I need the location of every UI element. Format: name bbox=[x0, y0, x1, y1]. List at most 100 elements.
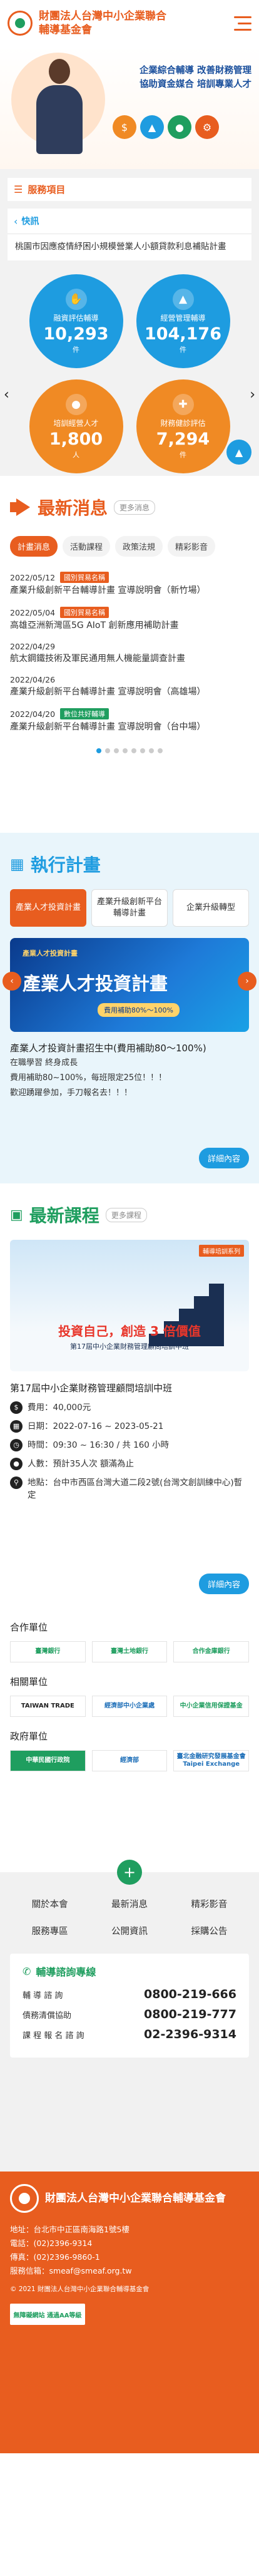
plan-banner[interactable]: 產業人才投資計畫 產業人才投資計畫 費用補助80%～100% bbox=[10, 938, 249, 1032]
news-tag: 數位共好輔導 bbox=[60, 708, 109, 719]
footer-link-services[interactable]: 服務專區 bbox=[10, 1924, 89, 1937]
stat-value: 1,800 bbox=[49, 429, 103, 449]
list-item[interactable]: 2022/05/12 國別貿易名稱 產業升級創新平台輔導計畫 宣導說明會（新竹場… bbox=[10, 568, 249, 603]
footer-link-grid: 關於本會 最新消息 精彩影音 服務專區 公開資訊 採購公告 bbox=[10, 1897, 249, 1937]
tab-events[interactable]: 活動課程 bbox=[63, 536, 111, 557]
chevron-left-icon[interactable]: ‹ bbox=[14, 215, 18, 227]
tab-innovation-platform[interactable]: 產業升級創新平台輔導計畫 bbox=[91, 889, 168, 927]
chevron-left-icon[interactable]: ‹ bbox=[4, 387, 9, 403]
news-title: 最新消息 bbox=[38, 498, 108, 518]
hamburger-menu-button[interactable] bbox=[226, 11, 251, 36]
hotline-number[interactable]: 0800-219-777 bbox=[144, 2007, 236, 2021]
prev-slide-button[interactable]: ‹ bbox=[3, 972, 21, 991]
page-dot[interactable] bbox=[140, 748, 145, 753]
footer-address: 地址：台北市中正區南海路1號5樓 bbox=[10, 2225, 130, 2234]
partner-logo[interactable]: 經濟部中小企業處 bbox=[91, 1696, 168, 1717]
partner-logo[interactable]: 臺北金融研究發展基金會 Taipei Exchange bbox=[173, 1750, 250, 1771]
stat-unit: 件 bbox=[180, 345, 186, 354]
news-section: 最新消息 更多消息 計畫消息 活動課程 政策法規 精彩影音 2022/05/12… bbox=[0, 476, 259, 833]
page-dot[interactable] bbox=[131, 748, 136, 753]
page-dot[interactable] bbox=[158, 748, 163, 753]
hero-line-2: 協助資金媒合 培訓專業人才 bbox=[139, 80, 251, 90]
tab-regulations[interactable]: 政策法規 bbox=[115, 536, 163, 557]
list-item[interactable]: 2022/04/29 航太鋼鐵技術及軍民通用無人機能量調查計畫 bbox=[10, 638, 249, 671]
hero-banner: 企業綜合輔導 改善財務管理 協助資金媒合 培訓專業人才 $ ▲ ● ⚙ bbox=[0, 46, 259, 169]
people-icon: ● bbox=[168, 115, 191, 139]
list-item[interactable]: 2022/05/04 國別貿易名稱 高雄亞洲新灣區5G AIoT 創新應用補助計… bbox=[10, 603, 249, 638]
course-people-text: 人數：預計35人次 額滿為止 bbox=[28, 1459, 134, 1469]
partner-logo[interactable]: 中華民國行政院 bbox=[10, 1750, 86, 1771]
footer-link-public-info[interactable]: 公開資訊 bbox=[89, 1924, 169, 1937]
gear-icon: ⚙ bbox=[195, 115, 219, 139]
expand-plus-button[interactable]: + bbox=[117, 1860, 142, 1885]
tab-talent-investment[interactable]: 產業人才投資計畫 bbox=[10, 889, 86, 927]
stat-label: 財務健診評估 bbox=[160, 418, 206, 428]
course-title[interactable]: 第17屆中小企業財務管理顧問培訓中班 bbox=[10, 1381, 249, 1395]
page-dot[interactable] bbox=[96, 748, 101, 753]
phone-icon: ✆ bbox=[23, 1965, 31, 1977]
courses-section: ▣ 最新課程 更多課程 輔導培訓系列 投資自己，創造 3 倍價值 第17屆中小企… bbox=[0, 1183, 259, 1609]
partner-logo[interactable]: 合作金庫銀行 bbox=[173, 1641, 250, 1662]
hotline-row: 課 程 報 名 諮 詢 02-2396-9314 bbox=[23, 2027, 236, 2041]
partner-logo[interactable]: 經濟部 bbox=[91, 1750, 168, 1771]
news-header: 最新消息 更多消息 bbox=[10, 495, 249, 520]
chevron-right-icon[interactable]: › bbox=[250, 387, 255, 403]
page-dot[interactable] bbox=[105, 748, 110, 753]
hotline-label: 債務清償協助 bbox=[23, 2011, 72, 2021]
page-dot[interactable] bbox=[114, 748, 119, 753]
footer-link-videos[interactable]: 精彩影音 bbox=[170, 1897, 249, 1910]
org-name[interactable]: 財團法人台灣中小企業聯合輔導基金會 bbox=[39, 9, 170, 37]
logo-icon[interactable] bbox=[8, 11, 33, 36]
footer-link-about[interactable]: 關於本會 bbox=[10, 1897, 89, 1910]
course-detail-button[interactable]: 詳細內容 bbox=[198, 1574, 249, 1594]
businesswoman-illustration bbox=[31, 59, 88, 159]
hotline-row: 債務清償協助 0800-219-777 bbox=[23, 2007, 236, 2021]
more-news-link[interactable]: 更多消息 bbox=[114, 500, 156, 515]
stethoscope-icon: ✚ bbox=[172, 393, 194, 415]
handshake-icon: ✋ bbox=[65, 288, 87, 310]
tab-videos[interactable]: 精彩影音 bbox=[168, 536, 216, 557]
tab-plan-news[interactable]: 計畫消息 bbox=[10, 536, 58, 557]
logo-icon bbox=[10, 2184, 39, 2213]
partner-logo[interactable]: 臺灣銀行 bbox=[10, 1641, 86, 1662]
back-to-top-button[interactable]: ▲ bbox=[226, 440, 251, 465]
stat-loan-assessment[interactable]: ✋ 融資評估輔導 10,293 件 bbox=[29, 274, 123, 368]
stat-finance-check[interactable]: ✚ 財務健診評估 7,294 件 bbox=[136, 379, 230, 473]
more-courses-link[interactable]: 更多課程 bbox=[105, 1207, 147, 1222]
list-icon: ☰ bbox=[14, 183, 23, 195]
footer-email[interactable]: 服務信箱：smeaf@smeaf.org.tw bbox=[10, 2264, 249, 2278]
course-time: ◷ 時間：09:30 ~ 16:30 / 共 160 小時 bbox=[10, 1439, 249, 1451]
course-image[interactable]: 輔導培訓系列 投資自己，創造 3 倍價值 第17屆中小企業財務管理顧問培訓中班 bbox=[10, 1240, 249, 1371]
page-dot[interactable] bbox=[123, 748, 128, 753]
course-image-tag: 輔導培訓系列 bbox=[199, 1245, 244, 1257]
site-footer: 財團法人台灣中小企業聯合輔導基金會 地址：台北市中正區南海路1號5樓 電話：(0… bbox=[0, 2172, 259, 2453]
page-dot[interactable] bbox=[149, 748, 154, 753]
hotline-number[interactable]: 02-2396-9314 bbox=[144, 2027, 236, 2041]
footer-link-news[interactable]: 最新消息 bbox=[89, 1897, 169, 1910]
tab-upgrade[interactable]: 企業升級轉型 bbox=[173, 889, 249, 927]
partner-logo[interactable]: TAIWAN TRADE bbox=[10, 1696, 86, 1717]
next-slide-button[interactable]: › bbox=[238, 972, 256, 991]
stat-talent[interactable]: ● 培訓經營人才 1,800 人 bbox=[29, 379, 123, 473]
stat-label: 經營管理輔導 bbox=[160, 313, 206, 322]
course-date: ▦ 日期：2022-07-16 ~ 2023-05-21 bbox=[10, 1420, 249, 1433]
footer-tel: 電話：(02)2396-9314 bbox=[10, 2239, 93, 2248]
services-title-bar: ☰ 服務項目 bbox=[8, 178, 251, 201]
quick-news-label: 快訊 bbox=[21, 217, 39, 227]
clock-icon: ◷ bbox=[10, 1439, 23, 1451]
footer-link-procurement[interactable]: 採購公告 bbox=[170, 1924, 249, 1937]
footer-logo: 財團法人台灣中小企業聯合輔導基金會 bbox=[10, 2184, 249, 2213]
accessibility-badge[interactable]: 無障礙網站 通過AA等級 bbox=[10, 2304, 85, 2325]
footer-contact-info: 地址：台北市中正區南海路1號5樓 電話：(02)2396-9314 傳真：(02… bbox=[10, 2223, 249, 2278]
stat-management[interactable]: ▲ 經營管理輔導 104,176 件 bbox=[136, 274, 230, 368]
page: 財團法人台灣中小企業聯合輔導基金會 企業綜合輔導 改善財務管理 協助資金媒合 培… bbox=[0, 0, 259, 2576]
hotline-number[interactable]: 0800-219-666 bbox=[144, 1987, 236, 2001]
partner-logo[interactable]: 中小企業信用保證基金 bbox=[173, 1696, 250, 1717]
partner-logo[interactable]: 臺灣土地銀行 bbox=[91, 1641, 168, 1662]
plan-detail-button[interactable]: 詳細內容 bbox=[198, 1148, 249, 1168]
quick-news-text[interactable]: 桃園市因應疫情紓困小規模營業人小額貸款利息補貼計畫 bbox=[8, 234, 251, 260]
list-item[interactable]: 2022/04/20 數位共好輔導 產業升級創新平台輔導計畫 宣導說明會（台中場… bbox=[10, 704, 249, 739]
calendar-icon: ▦ bbox=[10, 855, 24, 873]
news-title-text: 航太鋼鐵技術及軍民通用無人機能量調查計畫 bbox=[10, 654, 185, 664]
list-item[interactable]: 2022/04/26 產業升級創新平台輔導計畫 宣導說明會（高雄場） bbox=[10, 671, 249, 704]
